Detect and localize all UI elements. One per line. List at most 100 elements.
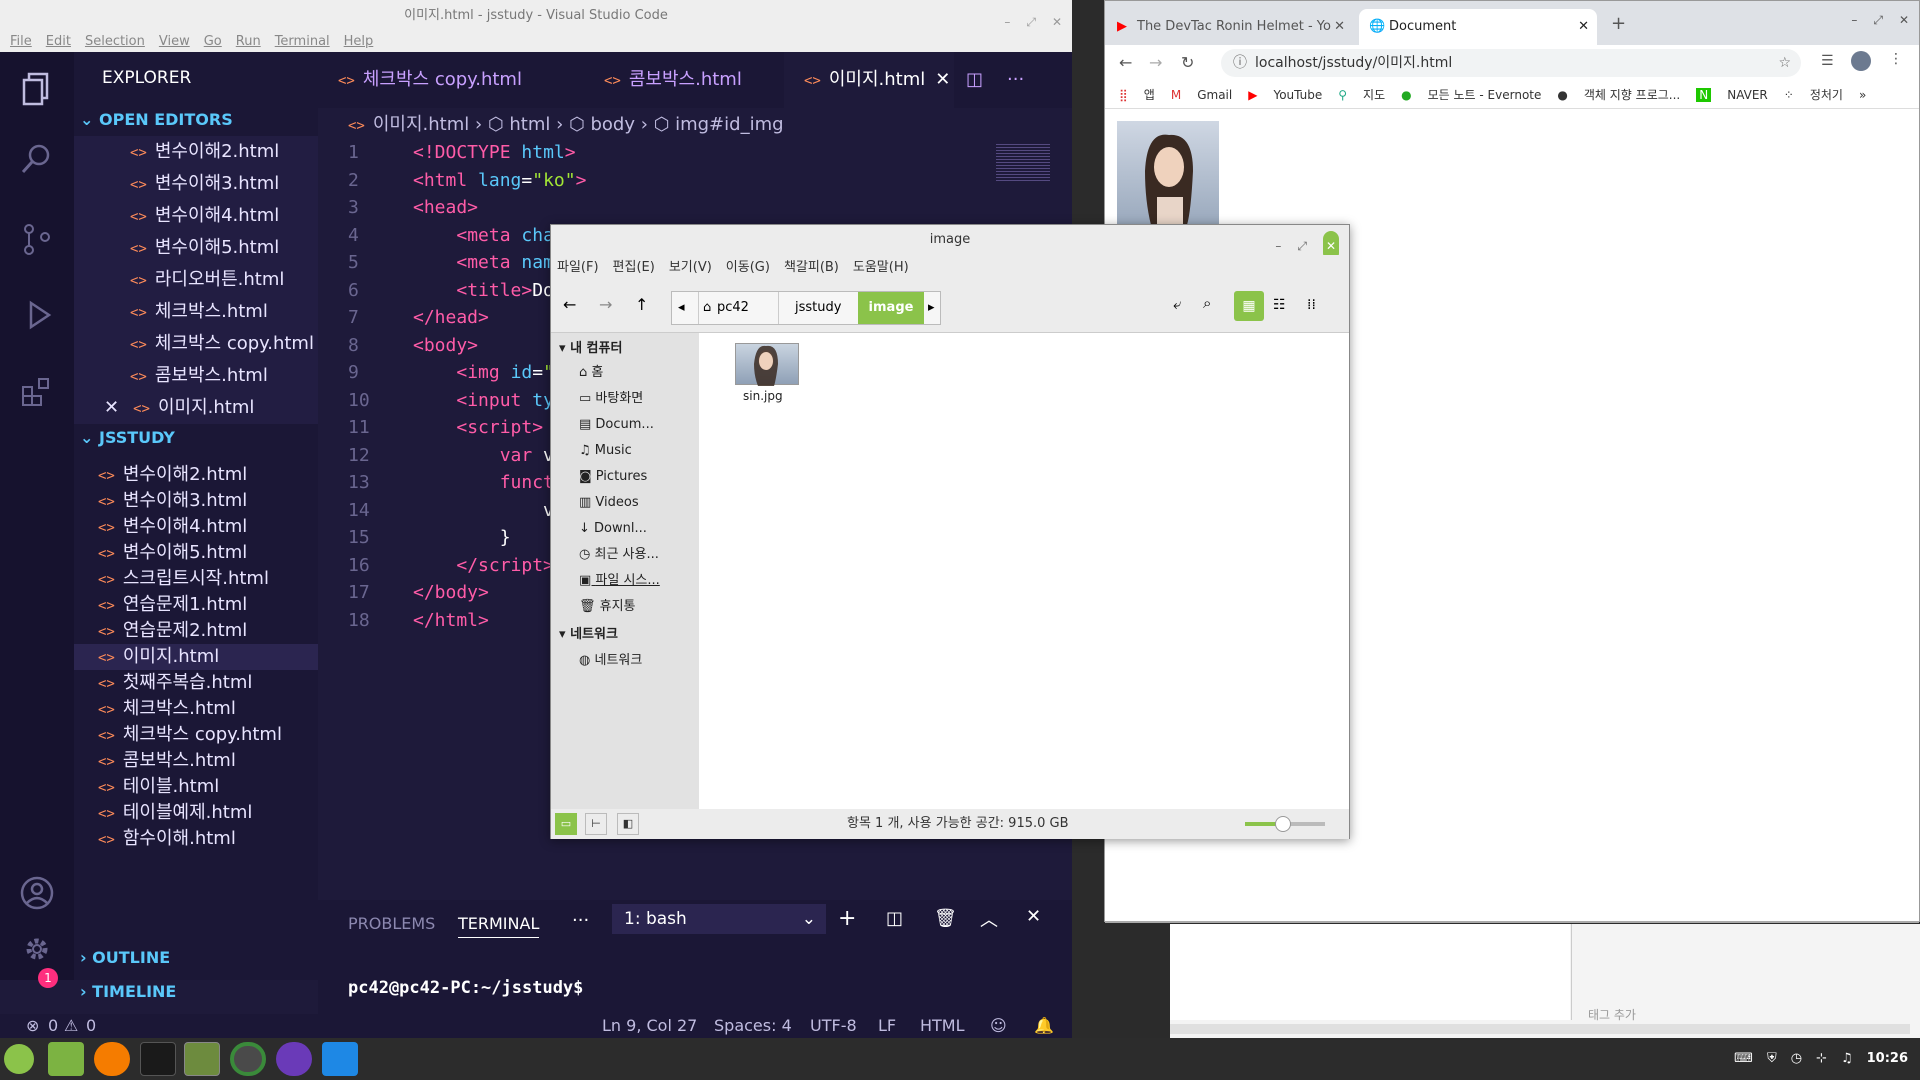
project-file-item[interactable]: <> 콤보박스.html [74, 748, 318, 774]
horizontal-scrollbar[interactable] [1170, 1024, 1910, 1034]
project-file-item[interactable]: <> 첫째주복습.html [74, 670, 318, 696]
bell-icon[interactable]: 🔔 [1034, 1014, 1054, 1038]
show-tree-icon[interactable]: ⊢ [585, 813, 607, 835]
split-terminal-icon[interactable]: ◫ [886, 908, 903, 929]
menu-run[interactable]: Run [236, 32, 261, 52]
settings-gear-icon[interactable] [18, 930, 56, 968]
close-icon[interactable]: ✕ [1899, 13, 1909, 28]
terminal-prompt[interactable]: pc42@pc42-PC:~/jsstudy$ [348, 978, 583, 998]
project-file-item[interactable]: <> 변수이해2.html [74, 462, 318, 488]
project-file-item[interactable]: <> 체크박스 copy.html [74, 722, 318, 748]
minimize-icon[interactable]: – [1851, 13, 1857, 28]
file-manager-launcher-icon[interactable] [48, 1042, 84, 1076]
project-header[interactable]: ⌄ JSSTUDY [80, 428, 175, 447]
up-icon[interactable]: ↑ [635, 295, 648, 314]
fm-file-area[interactable]: sin.jpg [699, 333, 1349, 809]
place-documents[interactable]: ▤ Docum... [579, 413, 654, 437]
open-editor-item[interactable]: <> 체크박스 copy.html [74, 328, 318, 360]
breadcrumb-item[interactable]: img#id_img [675, 114, 783, 135]
source-control-icon[interactable] [18, 220, 56, 258]
more-bookmarks-icon[interactable]: » [1859, 81, 1866, 108]
close-tab-icon[interactable]: ✕ [1578, 9, 1589, 45]
search-icon[interactable] [18, 140, 56, 178]
media-icon[interactable]: ☰ [1821, 53, 1834, 69]
place-network[interactable]: ◍ 네트워크 [579, 649, 642, 673]
place-filesystem[interactable]: ▣ 파일 시스... [579, 569, 660, 593]
project-file-item[interactable]: <> 연습문제2.html [74, 618, 318, 644]
path-left-arrow-icon[interactable]: ◂ [678, 292, 685, 324]
fm-menu-help[interactable]: 도움말(H) [853, 255, 909, 281]
place-trash[interactable]: 🗑 휴지통 [579, 595, 636, 619]
open-editor-item[interactable]: <> 라디오버튼.html [74, 264, 318, 296]
open-editor-item[interactable]: <> 변수이해5.html [74, 232, 318, 264]
toggle-location-icon[interactable]: ⤶ [1173, 295, 1181, 313]
eclipse-icon[interactable] [276, 1042, 312, 1076]
back-icon[interactable]: ← [563, 295, 576, 314]
chrome-icon[interactable] [230, 1042, 266, 1076]
open-editor-item-active[interactable]: ✕ <> 이미지.html [74, 392, 318, 424]
section-my-computer[interactable]: ▾ 내 컴퓨터 [559, 337, 622, 361]
close-panel-icon[interactable]: ✕ [1026, 906, 1041, 927]
trash-icon[interactable]: 🗑 [934, 908, 957, 929]
bookmark[interactable]: 지도 [1363, 81, 1385, 108]
address-bar[interactable]: ⓘ localhost/jsstudy/이미지.html ☆ [1221, 49, 1801, 77]
file-manager-task-icon[interactable] [184, 1042, 220, 1076]
tab-problems[interactable]: PROBLEMS [348, 914, 435, 933]
tab-terminal[interactable]: TERMINAL [458, 914, 540, 938]
path-jsstudy-button[interactable]: jsstudy [778, 292, 858, 324]
bookmark[interactable]: 모든 노트 - Evernote [1428, 81, 1542, 108]
file-name[interactable]: sin.jpg [743, 389, 783, 403]
project-file-item[interactable]: <> 이미지.html [74, 644, 318, 670]
breadcrumb-item[interactable]: html [509, 114, 550, 135]
profile-avatar[interactable] [1851, 51, 1871, 71]
place-videos[interactable]: ▥ Videos [579, 491, 639, 515]
breadcrumb-item[interactable]: body [590, 114, 635, 135]
bookmark[interactable]: 앱 [1144, 81, 1155, 108]
tab-image[interactable]: <> 이미지.html ✕ [784, 52, 954, 108]
toggle-sidebar-icon[interactable]: ◧ [617, 813, 639, 835]
apps-icon[interactable]: ⣿ [1119, 81, 1128, 108]
open-editor-item[interactable]: <> 콤보박스.html [74, 360, 318, 392]
open-editor-item[interactable]: <> 체크박스.html [74, 296, 318, 328]
vscode-icon[interactable] [322, 1042, 358, 1076]
menu-go[interactable]: Go [204, 32, 222, 52]
compact-view-icon[interactable]: ⁞⁞ [1307, 297, 1316, 313]
menu-file[interactable]: File [10, 32, 32, 52]
forward-icon[interactable]: → [1149, 53, 1162, 72]
shield-icon[interactable]: ⛨ [1767, 1038, 1777, 1080]
place-downloads[interactable]: ↓ Downl... [579, 517, 647, 541]
tab-combobox[interactable]: <> 콤보박스.html [584, 52, 784, 108]
open-editor-item[interactable]: <> 변수이해3.html [74, 168, 318, 200]
more-icon[interactable]: ··· [572, 910, 589, 931]
feedback-icon[interactable]: ☺ [990, 1014, 1007, 1038]
open-editors-header[interactable]: ⌄ OPEN EDITORS [80, 110, 233, 129]
volume-icon[interactable]: ♫ [1841, 1038, 1853, 1080]
menu-view[interactable]: View [159, 32, 190, 52]
bookmark[interactable]: YouTube [1273, 81, 1322, 108]
add-terminal-icon[interactable]: + [838, 906, 856, 931]
more-actions-icon[interactable]: ··· [995, 52, 1037, 108]
search-icon[interactable]: ⌕ [1203, 294, 1211, 312]
project-file-item[interactable]: <> 테이블예제.html [74, 800, 318, 826]
forward-icon[interactable]: → [599, 295, 612, 314]
run-debug-icon[interactable] [18, 296, 56, 334]
path-home-button[interactable]: ⌂ pc42 [698, 292, 778, 324]
cursor-position[interactable]: Ln 9, Col 27 [602, 1014, 697, 1038]
close-tab-icon[interactable]: ✕ [935, 69, 950, 90]
place-pictures[interactable]: ◙ Pictures [579, 465, 647, 489]
outline-header[interactable]: › OUTLINE [80, 948, 170, 967]
place-desktop[interactable]: ▭ 바탕화면 [579, 387, 643, 411]
language-mode[interactable]: HTML [920, 1014, 965, 1038]
file-thumbnail[interactable] [735, 343, 799, 386]
menu-help[interactable]: Help [344, 32, 374, 52]
section-network[interactable]: ▾ 네트워크 [559, 623, 618, 647]
timeline-header[interactable]: › TIMELINE [80, 982, 176, 1001]
error-count[interactable]: 0 [48, 1014, 58, 1038]
fm-menu-bookmarks[interactable]: 책갈피(B) [784, 255, 839, 281]
firefox-icon[interactable] [94, 1042, 130, 1076]
account-icon[interactable] [18, 874, 56, 912]
place-home[interactable]: ⌂ 홈 [579, 361, 603, 385]
keyboard-icon[interactable]: ⌨ [1734, 1038, 1753, 1080]
clock[interactable]: 10:26 [1867, 1038, 1908, 1080]
reload-icon[interactable]: ↻ [1181, 53, 1194, 72]
